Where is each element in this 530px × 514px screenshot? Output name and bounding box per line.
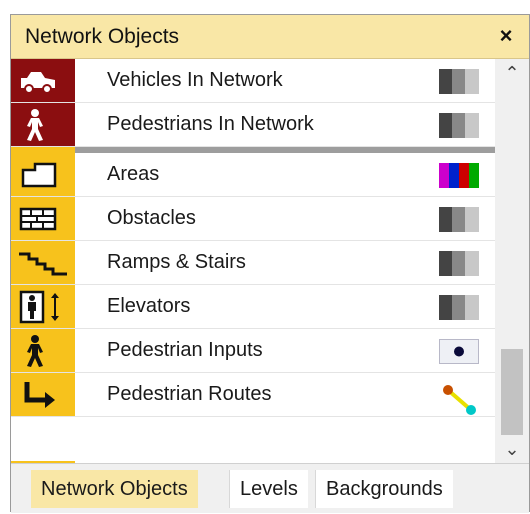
list-item-label: Vehicles In Network xyxy=(107,69,283,91)
list-item-vehicles-in-network[interactable]: Vehicles In Network xyxy=(11,59,495,103)
list-item-pedestrians-in-network[interactable]: Pedestrians In Network xyxy=(11,103,495,147)
car-icon xyxy=(11,59,75,102)
chevron-down-icon: ⌄ xyxy=(504,438,520,459)
stairs-icon xyxy=(11,241,75,284)
tab-levels[interactable]: Levels xyxy=(229,470,308,508)
close-icon: × xyxy=(499,23,513,48)
gray-bars-swatch[interactable] xyxy=(439,69,479,94)
dot-swatch[interactable] xyxy=(439,339,479,364)
gray-bars-swatch[interactable] xyxy=(439,207,479,232)
list-item-pedestrian-routes[interactable]: Pedestrian Routes xyxy=(11,373,495,417)
list-item-label: Areas xyxy=(107,163,160,185)
scroll-thumb[interactable] xyxy=(501,349,523,435)
scroll-up-button[interactable]: ⌃ xyxy=(495,59,529,87)
chevron-up-icon: ⌃ xyxy=(504,62,520,83)
area-icon xyxy=(11,153,75,196)
route-arrow-icon xyxy=(11,373,75,416)
pedestrian-input-icon xyxy=(11,329,75,372)
panel-title: Network Objects xyxy=(25,24,180,48)
gray-bars-swatch[interactable] xyxy=(439,251,479,276)
tab-backgrounds[interactable]: Backgrounds xyxy=(315,470,453,508)
tab-network-objects[interactable]: Network Objects xyxy=(31,470,198,508)
list-item-ramps-stairs[interactable]: Ramps & Stairs xyxy=(11,241,495,285)
list-item-pedestrian-inputs[interactable]: Pedestrian Inputs xyxy=(11,329,495,373)
color-bars-swatch[interactable] xyxy=(439,163,479,188)
list-item-label: Pedestrians In Network xyxy=(107,113,314,135)
list-item-label: Ramps & Stairs xyxy=(107,251,246,273)
elevator-icon xyxy=(11,285,75,328)
tab-bar: Network Objects Levels Backgrounds xyxy=(11,463,529,513)
list-item-label: Pedestrian Routes xyxy=(107,383,272,405)
brick-wall-icon xyxy=(11,197,75,240)
close-button[interactable]: × xyxy=(493,23,519,49)
list-item-areas[interactable]: Areas xyxy=(11,153,495,197)
list-item-label: Elevators xyxy=(107,295,191,317)
gray-bars-swatch[interactable] xyxy=(439,113,479,138)
network-objects-panel: Network Objects × Vehicles In Network Pe… xyxy=(10,14,530,513)
list-item-obstacles[interactable]: Obstacles xyxy=(11,197,495,241)
gray-bars-swatch[interactable] xyxy=(439,295,479,320)
list-item-elevators[interactable]: Elevators xyxy=(11,285,495,329)
network-objects-list: Vehicles In Network Pedestrians In Netwo… xyxy=(11,59,495,463)
route-line-swatch[interactable] xyxy=(439,383,479,415)
list-item-label: Obstacles xyxy=(107,207,196,229)
list-item-label: Pedestrian Inputs xyxy=(107,339,263,361)
scroll-down-button[interactable]: ⌄ xyxy=(495,435,529,463)
vertical-scrollbar[interactable]: ⌃ ⌄ xyxy=(495,59,529,463)
pedestrian-icon xyxy=(11,103,75,146)
panel-titlebar: Network Objects × xyxy=(11,15,529,59)
